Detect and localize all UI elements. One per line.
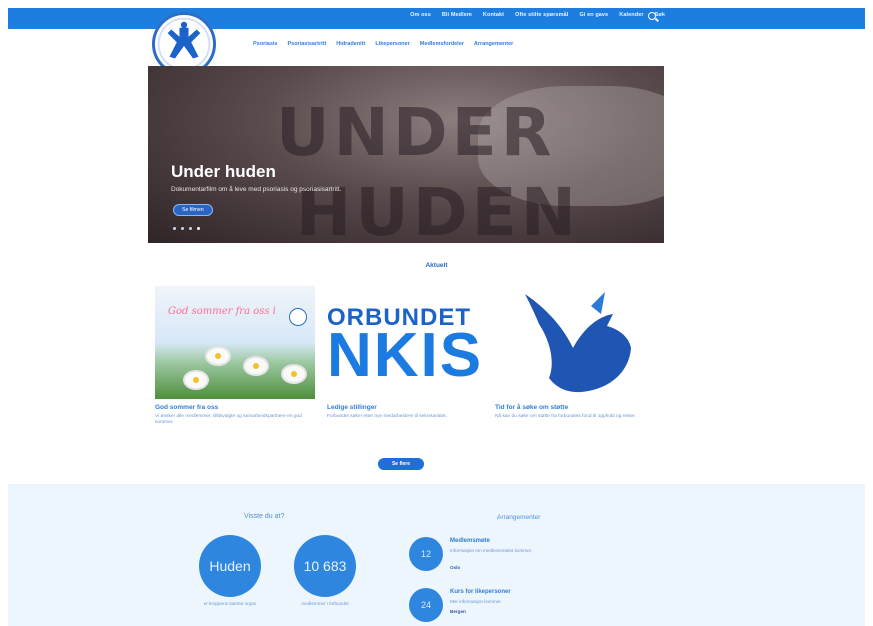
bird-icon <box>525 292 631 393</box>
event-place: Oslo <box>450 565 461 570</box>
topnav-item-kalender[interactable]: Kalender <box>619 12 643 18</box>
hero-cta-button[interactable]: Se filmen <box>173 204 213 216</box>
event-date-badge: 12 <box>409 537 443 571</box>
news-card-title[interactable]: God sommer fra oss <box>155 404 315 411</box>
event-text: Informasjon om medlemsmøtet kommer. <box>450 548 533 553</box>
search-icon[interactable] <box>646 10 660 24</box>
event-text: Mer informasjon kommer. <box>450 599 502 604</box>
hero-background-word-1: UNDER <box>276 94 556 171</box>
top-bar: Om oss Bli Medlem Kontakt Ofte stilte sp… <box>8 8 865 29</box>
mainnav-item-arrangementer[interactable]: Arrangementer <box>474 41 513 47</box>
mainnav-item-hidradenitt[interactable]: Hidradenitt <box>336 41 365 47</box>
news-card-image <box>495 286 655 399</box>
event-title[interactable]: Kurs for likepersoner <box>450 589 511 595</box>
logo-badge-icon <box>289 308 307 326</box>
daisy-icon <box>185 372 207 388</box>
daisy-icon <box>283 366 305 382</box>
event-place: Bergen <box>450 609 466 614</box>
news-card[interactable]: ORBUNDET NKIS Ledige stillinger Forbunde… <box>327 286 487 420</box>
hero-subtitle: Dokumentarfilm om å leve med psoriasis o… <box>171 186 342 193</box>
news-card-text: Vi ønsker alle medlemmer, tillitsvalgte … <box>155 414 302 426</box>
topnav-item-gave[interactable]: Gi en gave <box>579 12 608 18</box>
event-title[interactable]: Medlemsmøte <box>450 538 490 544</box>
news-card-title[interactable]: Ledige stillinger <box>327 404 487 411</box>
daisy-icon <box>207 348 229 364</box>
aktuelt-heading: Aktuelt <box>425 262 448 269</box>
slide-dot-active[interactable] <box>197 227 200 230</box>
main-nav: Psoriasis Psoriasisartritt Hidradenitt L… <box>253 41 513 47</box>
hero-background-word-2: HUDEN <box>296 174 580 243</box>
event-date-badge: 24 <box>409 588 443 622</box>
logo-figure-icon <box>157 17 211 71</box>
slide-dot[interactable] <box>181 227 184 230</box>
daisy-icon <box>245 358 267 374</box>
stat-caption: medlemmer i forbundet <box>301 601 349 606</box>
stat-caption: er kroppens største organ <box>203 601 257 606</box>
hero-banner: UNDER HUDEN Under huden Dokumentarfilm o… <box>148 66 664 243</box>
events-heading: Arrangementer <box>497 514 541 521</box>
slide-dot[interactable] <box>173 227 176 230</box>
mainnav-item-psoriasis[interactable]: Psoriasis <box>253 41 277 47</box>
hero-slide-dots <box>173 227 200 230</box>
stat-circle: 10 683 <box>294 535 356 597</box>
news-card-image: God sommer fra oss i <box>155 286 315 399</box>
topnav-item-faq[interactable]: Ofte stilte spørsmål <box>515 12 568 18</box>
stat-circle: Huden <box>199 535 261 597</box>
stats-heading: Visste du at? <box>244 513 285 520</box>
news-card[interactable]: God sommer fra oss i God sommer fra oss … <box>155 286 315 426</box>
top-nav: Om oss Bli Medlem Kontakt Ofte stilte sp… <box>410 12 665 18</box>
see-more-button[interactable]: Se flere <box>378 458 424 470</box>
news-card[interactable]: Tid for å søke om støtte Nå kan du søke … <box>495 286 655 420</box>
news-card-image-word-2: NKIS <box>327 321 484 390</box>
topnav-item-kontakt[interactable]: Kontakt <box>483 12 504 18</box>
news-card-text: Nå kan du søke om støtte fra forbundets … <box>495 414 636 419</box>
mainnav-item-medlemsfordeler[interactable]: Medlemsfordeler <box>420 41 464 47</box>
news-card-image: ORBUNDET NKIS <box>327 286 487 399</box>
mainnav-item-likepersoner[interactable]: Likepersoner <box>375 41 410 47</box>
mainnav-item-psoriasisartritt[interactable]: Psoriasisartritt <box>287 41 326 47</box>
topnav-item-om-oss[interactable]: Om oss <box>410 12 431 18</box>
topnav-item-bli-medlem[interactable]: Bli Medlem <box>442 12 472 18</box>
news-card-image-text: God sommer fra oss i <box>168 306 276 317</box>
news-card-text: Forbundet søker etter nye medarbeidere t… <box>327 414 447 419</box>
search-icon-handle <box>655 17 659 22</box>
news-card-title[interactable]: Tid for å søke om støtte <box>495 404 655 411</box>
hero-title: Under huden <box>171 162 276 181</box>
slide-dot[interactable] <box>189 227 192 230</box>
